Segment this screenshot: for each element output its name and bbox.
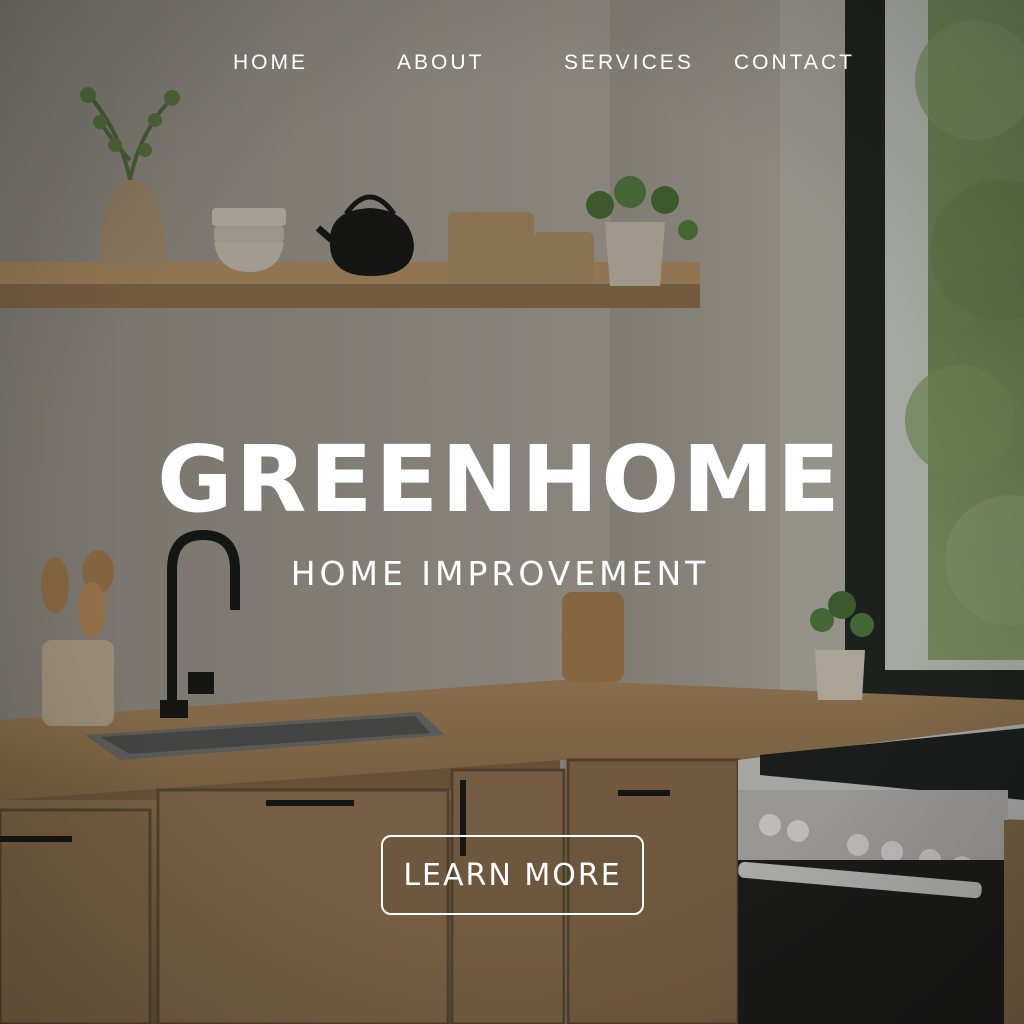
nav-link-about[interactable]: ABOUT <box>397 46 484 80</box>
hero-subtitle: HOME IMPROVEMENT <box>290 554 710 593</box>
learn-more-button[interactable]: LEARN MORE <box>381 835 644 915</box>
main-nav: HOME ABOUT SERVICES CONTACT <box>0 46 1024 80</box>
nav-link-services[interactable]: SERVICES <box>564 46 694 80</box>
nav-link-contact[interactable]: CONTACT <box>734 46 855 80</box>
nav-link-home[interactable]: HOME <box>233 46 308 80</box>
hero-title: GREENHOME <box>157 426 843 533</box>
